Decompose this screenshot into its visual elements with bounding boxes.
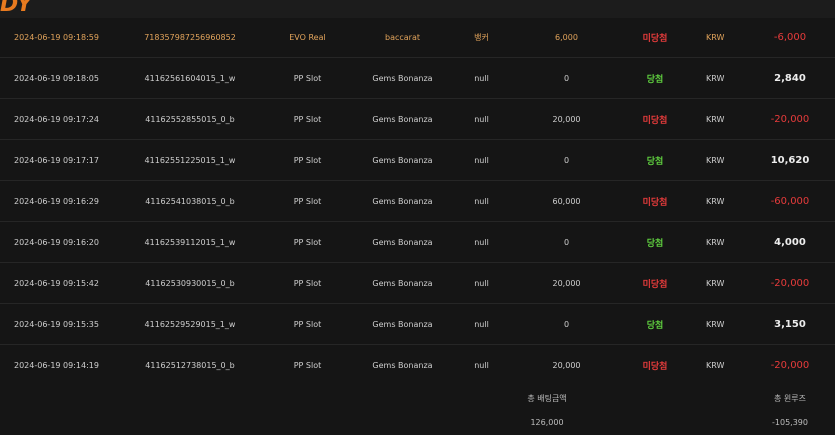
provider: EVO Real	[260, 18, 355, 58]
bet-id: 41162551225015_1_w	[120, 139, 260, 181]
bet-choice: null	[450, 262, 513, 304]
bet-id: 41162529529015_1_w	[120, 303, 260, 345]
table-row: 2024-06-19 09:15:35 41162529529015_1_w PP …	[0, 303, 835, 345]
game-name: Gems Bonanza	[355, 98, 450, 140]
provider: PP Slot	[260, 303, 355, 345]
currency: KRW	[690, 57, 745, 99]
table-row: 2024-06-19 09:17:24 41162552855015_0_b PP …	[0, 98, 835, 140]
bet-amount: 0	[513, 303, 620, 345]
game-name: Gems Bonanza	[355, 139, 450, 181]
game-name: Gems Bonanza	[355, 57, 450, 99]
bet-choice: 뱅커	[450, 18, 513, 58]
game-name: Gems Bonanza	[355, 221, 450, 263]
currency: KRW	[690, 262, 745, 304]
site-logo[interactable]: DY	[0, 0, 70, 16]
bet-choice: null	[450, 139, 513, 181]
bet-date: 2024-06-19 09:17:24	[0, 98, 120, 140]
result-badge: 당첨	[620, 139, 690, 181]
bet-amount: 20,000	[513, 98, 620, 140]
bet-history-table: 2024-06-19 09:18:59 718357987256960852 EVO…	[0, 18, 835, 386]
result-badge: 당첨	[620, 57, 690, 99]
result-badge: 당첨	[620, 221, 690, 263]
bet-id: 41162530930015_0_b	[120, 262, 260, 304]
game-name: Gems Bonanza	[355, 262, 450, 304]
provider: PP Slot	[260, 57, 355, 99]
game-name: Gems Bonanza	[355, 303, 450, 345]
bet-amount: 0	[513, 57, 620, 99]
total-winloss-label: 총 윈루즈	[774, 394, 806, 403]
bet-id: 41162541038015_0_b	[120, 180, 260, 222]
bet-date: 2024-06-19 09:15:35	[0, 303, 120, 345]
total-bet-label: 총 배팅금액	[527, 394, 567, 403]
table-row: 2024-06-19 09:17:17 41162551225015_1_w PP …	[0, 139, 835, 181]
provider: PP Slot	[260, 221, 355, 263]
bet-date: 2024-06-19 09:18:59	[0, 18, 120, 58]
table-row: 2024-06-19 09:15:42 41162530930015_0_b PP …	[0, 262, 835, 304]
bet-id: 41162539112015_1_w	[120, 221, 260, 263]
result-badge: 미당첨	[620, 98, 690, 140]
table-row: 2024-06-19 09:18:05 41162561604015_1_w PP …	[0, 57, 835, 99]
bet-amount: 0	[513, 221, 620, 263]
game-name: Gems Bonanza	[355, 180, 450, 222]
total-winloss-value: -105,390	[772, 418, 808, 427]
payout-amount: 2,840	[745, 57, 835, 99]
currency: KRW	[690, 18, 745, 58]
payout-amount: 4,000	[745, 221, 835, 263]
currency: KRW	[690, 98, 745, 140]
provider: PP Slot	[260, 262, 355, 304]
bet-choice: null	[450, 98, 513, 140]
payout-amount: -6,000	[745, 18, 835, 58]
bet-date: 2024-06-19 09:16:29	[0, 180, 120, 222]
provider: PP Slot	[260, 180, 355, 222]
bet-id: 718357987256960852	[120, 18, 260, 58]
currency: KRW	[690, 139, 745, 181]
table-row: 2024-06-19 09:18:59 718357987256960852 EVO…	[0, 18, 835, 58]
total-bet-value: 126,000	[530, 418, 564, 427]
table-row: 2024-06-19 09:16:29 41162541038015_0_b PP …	[0, 180, 835, 222]
bet-date: 2024-06-19 09:16:20	[0, 221, 120, 263]
bet-date: 2024-06-19 09:17:17	[0, 139, 120, 181]
result-badge: 당첨	[620, 303, 690, 345]
provider: PP Slot	[260, 98, 355, 140]
result-badge: 미당첨	[620, 262, 690, 304]
currency: KRW	[690, 180, 745, 222]
bet-date: 2024-06-19 09:15:42	[0, 262, 120, 304]
bet-choice: null	[450, 221, 513, 263]
payout-amount: -60,000	[745, 180, 835, 222]
bet-id: 41162552855015_0_b	[120, 98, 260, 140]
logo-text: DY	[0, 0, 33, 16]
bet-amount: 0	[513, 139, 620, 181]
currency: KRW	[690, 303, 745, 345]
bet-id: 41162561604015_1_w	[120, 57, 260, 99]
currency: KRW	[690, 221, 745, 263]
payout-amount: -20,000	[745, 98, 835, 140]
payout-amount: 10,620	[745, 139, 835, 181]
payout-amount: -20,000	[745, 262, 835, 304]
bet-date: 2024-06-19 09:18:05	[0, 57, 120, 99]
bet-amount: 20,000	[513, 262, 620, 304]
bet-amount: 60,000	[513, 180, 620, 222]
bet-amount: 6,000	[513, 18, 620, 58]
payout-amount: 3,150	[745, 303, 835, 345]
top-header-bar: DY	[0, 0, 835, 18]
totals-summary: 총 배팅금액 126,000 총 윈루즈 -105,390	[0, 380, 835, 435]
result-badge: 미당첨	[620, 18, 690, 58]
provider: PP Slot	[260, 139, 355, 181]
result-badge: 미당첨	[620, 180, 690, 222]
table-row: 2024-06-19 09:16:20 41162539112015_1_w PP …	[0, 221, 835, 263]
bet-choice: null	[450, 180, 513, 222]
bet-choice: null	[450, 57, 513, 99]
game-name: baccarat	[355, 18, 450, 58]
bet-choice: null	[450, 303, 513, 345]
